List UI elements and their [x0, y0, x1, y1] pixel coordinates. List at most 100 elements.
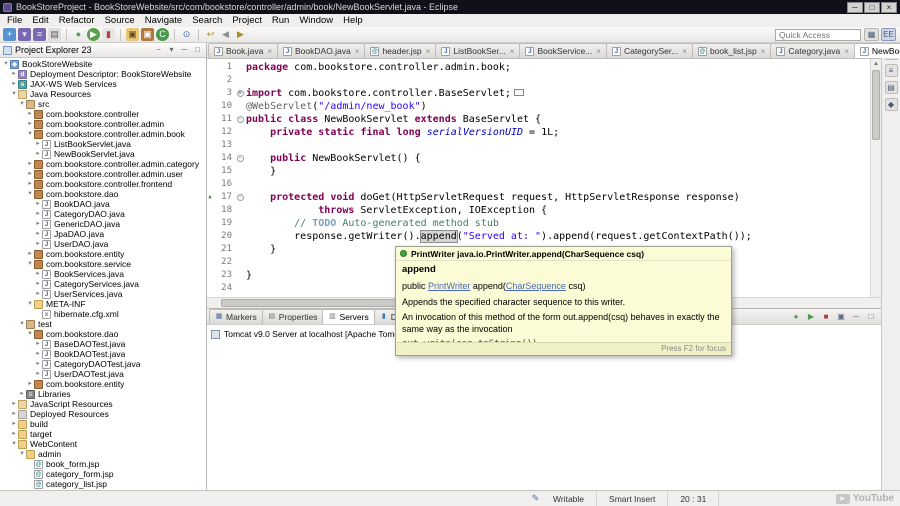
editor-tab[interactable]: J ListBookSer... ×	[435, 43, 521, 58]
code-line[interactable]: ▲ 17- protected void doGet(HttpServletReq…	[207, 191, 870, 204]
tree-expander-icon[interactable]: ▸	[34, 369, 42, 379]
tree-expander-icon[interactable]: ▸	[10, 79, 18, 89]
close-tab-icon[interactable]: ×	[761, 47, 766, 56]
tree-expander-icon[interactable]: ▸	[26, 159, 34, 169]
menu-search[interactable]: Search	[187, 15, 227, 26]
tree-expander-icon[interactable]: ▾	[26, 189, 34, 199]
tree-item[interactable]: ▸ com.bookstore.entity	[0, 249, 206, 259]
tree-expander-icon[interactable]: ▾	[18, 99, 26, 109]
line-number[interactable]: 3	[213, 87, 234, 100]
minimize-view-icon[interactable]: ─	[179, 45, 190, 56]
tree-expander-icon[interactable]: ▸	[34, 239, 42, 249]
tree-item[interactable]: ▸ J UserDAO.java	[0, 239, 206, 249]
tree-item[interactable]: @ category_list.jsp	[0, 479, 206, 489]
line-number[interactable]: 22	[213, 256, 234, 269]
menu-run[interactable]: Run	[267, 15, 294, 26]
line-number[interactable]: 12	[213, 126, 234, 139]
tree-expander-icon[interactable]: ▸	[34, 199, 42, 209]
code-line[interactable]: 3 + import com.bookstore.controller.BaseSe…	[207, 87, 870, 100]
tree-item[interactable]: ▾ com.bookstore.controller.admin.book	[0, 129, 206, 139]
vertical-scroll-thumb[interactable]	[872, 70, 880, 140]
tree-item[interactable]: ▸ JavaScript Resources	[0, 399, 206, 409]
outline-view-icon[interactable]: ≡	[884, 64, 898, 77]
tree-item[interactable]: @ category_form.jsp	[0, 469, 206, 479]
tree-item[interactable]: ▸ s JAX-WS Web Services	[0, 79, 206, 89]
line-number[interactable]: 20	[213, 230, 234, 243]
close-tab-icon[interactable]: ×	[682, 47, 687, 56]
line-number[interactable]: 10	[213, 100, 234, 113]
code-line[interactable]: 18 throws ServletException, IOException …	[207, 204, 870, 217]
line-number[interactable]: 21	[213, 243, 234, 256]
tree-expander-icon[interactable]: ▾	[18, 319, 26, 329]
menu-project[interactable]: Project	[227, 15, 267, 26]
tree-item[interactable]: ▸ target	[0, 429, 206, 439]
bottom-tab-servers[interactable]: ▥ Servers	[322, 309, 375, 324]
tree-expander-icon[interactable]: ▸	[10, 69, 18, 79]
tree-item[interactable]: ▾ Java Resources	[0, 89, 206, 99]
folded-region-icon[interactable]	[513, 89, 524, 96]
tree-item[interactable]: ▾ META-INF	[0, 299, 206, 309]
save-icon[interactable]: ▾	[18, 28, 31, 41]
tree-item[interactable]: ▾ test	[0, 319, 206, 329]
tree-item[interactable]: ▸ build	[0, 419, 206, 429]
tree-expander-icon[interactable]: ▸	[34, 289, 42, 299]
tree-item[interactable]: ▾ com.bookstore.dao	[0, 329, 206, 339]
tree-expander-icon[interactable]: ▸	[34, 339, 42, 349]
tree-item[interactable]: ▸ com.bookstore.controller.admin	[0, 119, 206, 129]
tree-item[interactable]: @ book_form.jsp	[0, 459, 206, 469]
code-line[interactable]: 2	[207, 74, 870, 87]
tree-item[interactable]: ▸ J JpaDAO.java	[0, 229, 206, 239]
tree-item[interactable]: ▸ ≡ Libraries	[0, 389, 206, 399]
tree-item[interactable]: ▸ J UserDAOTest.java	[0, 369, 206, 379]
save-all-icon[interactable]: ≡	[33, 28, 46, 41]
menu-navigate[interactable]: Navigate	[140, 15, 188, 26]
tree-expander-icon[interactable]: ▾	[26, 329, 34, 339]
close-tab-icon[interactable]: ×	[596, 47, 601, 56]
debug-server-icon[interactable]: ●	[790, 311, 802, 323]
line-number[interactable]: 17	[213, 191, 234, 204]
code-line[interactable]: 20 response.getWriter().append("Served a…	[207, 230, 870, 243]
menu-edit[interactable]: Edit	[27, 15, 53, 26]
tree-item[interactable]: ▾ admin	[0, 449, 206, 459]
tree-expander-icon[interactable]: ▸	[34, 349, 42, 359]
menu-source[interactable]: Source	[100, 15, 140, 26]
tree-item[interactable]: ▸ com.bookstore.controller	[0, 109, 206, 119]
type-link[interactable]: CharSequence	[506, 281, 566, 291]
run-icon[interactable]: ▶	[87, 28, 100, 41]
code-line[interactable]: 19 // TODO Auto-generated method stub	[207, 217, 870, 230]
maximize-panel-icon[interactable]: □	[865, 311, 877, 323]
tree-expander-icon[interactable]: ▸	[34, 269, 42, 279]
code-line[interactable]: 11- public class NewBookServlet extends B…	[207, 113, 870, 126]
tree-item[interactable]: x hibernate.cfg.xml	[0, 309, 206, 319]
coverage-icon[interactable]: ▮	[102, 28, 115, 41]
menu-window[interactable]: Window	[294, 15, 338, 26]
tree-item[interactable]: ▾ src	[0, 99, 206, 109]
tree-expander-icon[interactable]: ▸	[34, 359, 42, 369]
open-perspective-icon[interactable]: ▦	[864, 28, 879, 41]
last-edit-location-icon[interactable]: ↩	[204, 28, 217, 41]
publish-server-icon[interactable]: ▣	[835, 311, 847, 323]
tree-item[interactable]: ▸ com.bookstore.controller.frontend	[0, 179, 206, 189]
code-line[interactable]: 15 }	[207, 165, 870, 178]
editor-tab[interactable]: J CategorySer... ×	[605, 43, 693, 58]
editor-tab[interactable]: JNewBookServl...×	[853, 43, 900, 58]
maximize-view-icon[interactable]: □	[192, 45, 203, 56]
type-link[interactable]: PrintWriter	[428, 281, 470, 291]
tree-expander-icon[interactable]: ▸	[34, 229, 42, 239]
close-tab-icon[interactable]: ×	[510, 47, 515, 56]
tree-expander-icon[interactable]: ▾	[2, 59, 10, 69]
fold-toggle-icon[interactable]: -	[234, 113, 246, 126]
tree-item[interactable]: ▸ J BaseDAOTest.java	[0, 339, 206, 349]
maximize-button[interactable]: □	[864, 1, 880, 13]
editor-tab[interactable]: @ book_list.jsp ×	[691, 43, 772, 58]
fold-toggle-icon[interactable]: -	[234, 191, 246, 204]
tree-expander-icon[interactable]: ▾	[18, 449, 26, 459]
close-button[interactable]: ×	[881, 1, 897, 13]
tree-expander-icon[interactable]: ▸	[26, 249, 34, 259]
collapse-all-icon[interactable]: −	[153, 45, 164, 56]
new-wizard-icon[interactable]: +	[3, 28, 16, 41]
tree-item[interactable]: ▸ J ListBookServlet.java	[0, 139, 206, 149]
editor-vertical-scrollbar[interactable]: ▲	[870, 59, 881, 297]
start-server-icon[interactable]: ▶	[805, 311, 817, 323]
task-list-icon[interactable]: ▤	[884, 81, 898, 94]
